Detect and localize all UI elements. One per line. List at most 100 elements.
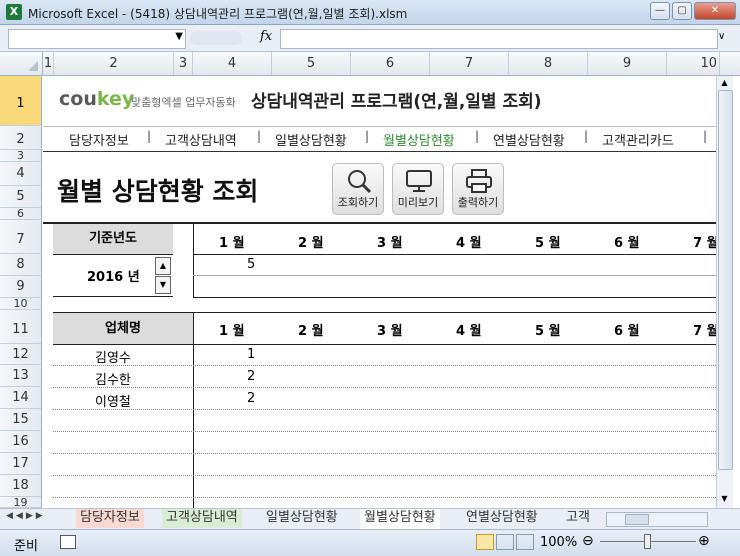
fx-icon[interactable]: fx — [260, 29, 272, 44]
column-header[interactable]: 7 — [430, 52, 509, 75]
table-row[interactable] — [53, 432, 716, 454]
row-header[interactable]: 5 — [0, 186, 42, 208]
row-header[interactable]: 17 — [0, 453, 42, 475]
jan-count[interactable]: 2 — [247, 369, 255, 384]
row-header[interactable]: 11 — [0, 310, 42, 344]
row-header[interactable]: 16 — [0, 431, 42, 453]
preview-button[interactable]: 미리보기 — [392, 163, 444, 215]
formula-input[interactable] — [280, 29, 718, 49]
monthly-total-jan[interactable]: 5 — [247, 257, 255, 272]
horizontal-scrollbar[interactable] — [606, 512, 708, 527]
table-row[interactable]: 김수한 2 — [53, 366, 716, 388]
column-header[interactable]: 5 — [272, 52, 351, 75]
scroll-down-icon[interactable]: ▼ — [719, 494, 730, 504]
row-header[interactable]: 15 — [0, 409, 42, 431]
brand-subtitle: 맞춤형엑셀 업무자동화 — [131, 96, 236, 109]
close-icon[interactable]: ✕ — [694, 2, 736, 20]
zoom-slider-handle[interactable] — [644, 534, 651, 549]
table-row[interactable]: 이영철 2 — [53, 388, 716, 410]
row-header[interactable]: 8 — [0, 254, 42, 276]
horizontal-scroll-thumb[interactable] — [625, 514, 649, 525]
search-icon — [348, 170, 372, 194]
column-header[interactable]: 6 — [351, 52, 430, 75]
sheet-tab[interactable]: 담당자정보 — [76, 509, 144, 528]
sheet-tab[interactable]: 고객상담내역 — [162, 509, 242, 528]
normal-view-icon[interactable] — [476, 534, 494, 550]
row-header[interactable]: 9 — [0, 276, 42, 298]
sheet-tab[interactable]: 고객 — [562, 509, 594, 528]
company-name[interactable]: 이영철 — [95, 391, 131, 410]
expand-formula-icon[interactable]: ∨ — [718, 31, 725, 42]
sheet-tab[interactable]: 연별상담현황 — [462, 509, 542, 528]
worksheet-area[interactable]: coukey 맞춤형엑셀 업무자동화 상담내역관리 프로그램(연,월,일별 조회… — [43, 76, 716, 508]
jan-count[interactable]: 2 — [247, 391, 255, 406]
row-header[interactable]: 7 — [0, 220, 42, 254]
year-up-spinner[interactable]: ▲ — [155, 257, 171, 275]
company-name[interactable]: 김영수 — [95, 347, 131, 366]
row-header[interactable]: 2 — [0, 126, 42, 150]
sheet-tab[interactable]: 일별상담현황 — [262, 509, 342, 528]
row-header[interactable]: 1 — [0, 76, 42, 126]
year-month-header: 4 월 — [456, 236, 482, 251]
company-name[interactable]: 김수한 — [95, 369, 131, 388]
base-year-value[interactable]: 2016 년 — [87, 266, 140, 285]
excel-app-icon[interactable]: X — [6, 4, 22, 20]
page-layout-view-icon[interactable] — [496, 534, 514, 550]
nav-item-monthly-status[interactable]: 월별상담현황 — [383, 130, 455, 149]
table-row[interactable] — [53, 410, 716, 432]
row-header[interactable]: 18 — [0, 475, 42, 497]
nav-item-customer-consult[interactable]: 고객상담내역 — [165, 130, 237, 149]
sheet-tab-active[interactable]: 월별상담현황 — [360, 509, 440, 530]
app-title: 상담내역관리 프로그램(연,월,일별 조회) — [251, 92, 542, 112]
row-header[interactable]: 13 — [0, 365, 42, 387]
detail-month-header: 5 월 — [535, 324, 561, 339]
table-row[interactable] — [53, 454, 716, 476]
print-button[interactable]: 출력하기 — [452, 163, 504, 215]
row-header[interactable]: 6 — [0, 208, 42, 220]
minimize-icon[interactable]: — — [650, 2, 670, 20]
zoom-level[interactable]: 100% — [540, 535, 577, 550]
row-header[interactable]: 4 — [0, 162, 42, 186]
row-header[interactable]: 10 — [0, 298, 42, 310]
nav-item-customer-card[interactable]: 고객관리카드 — [602, 130, 674, 149]
window-title: Microsoft Excel - (5418) 상담내역관리 프로그램(연,월… — [28, 7, 408, 21]
table-row[interactable] — [53, 476, 716, 498]
formula-toolbar-pill — [190, 31, 242, 45]
page-title: 월별 상담현황 조회 — [57, 177, 259, 206]
name-box[interactable]: ▼ — [8, 29, 186, 49]
zoom-out-icon[interactable]: ⊖ — [582, 533, 594, 549]
row-header[interactable]: 19 — [0, 497, 42, 508]
column-header[interactable]: 10 — [667, 52, 720, 75]
column-header[interactable]: 9 — [588, 52, 667, 75]
column-header-bar: 1 2 3 4 5 6 7 8 9 10 — [0, 52, 740, 76]
detail-month-header: 2 월 — [298, 324, 324, 339]
row-header[interactable]: 14 — [0, 387, 42, 409]
column-header[interactable]: 4 — [193, 52, 272, 75]
column-header[interactable]: 1 — [43, 52, 54, 75]
macro-record-icon[interactable] — [60, 535, 76, 549]
tab-nav-arrows-icon[interactable]: ◀◀▶▶ — [6, 511, 46, 521]
detail-month-header: 1 월 — [219, 324, 245, 339]
table-row[interactable]: 김영수 1 — [53, 344, 716, 366]
nav-item-daily-status[interactable]: 일별상담현황 — [275, 130, 347, 149]
restore-icon[interactable]: ▢ — [672, 2, 692, 20]
column-header[interactable]: 3 — [174, 52, 193, 75]
year-month-header: 3 월 — [377, 236, 403, 251]
nav-item-yearly-status[interactable]: 연별상담현황 — [493, 130, 565, 149]
nav-item-manager-info[interactable]: 담당자정보 — [69, 130, 129, 149]
row-header[interactable]: 3 — [0, 150, 42, 162]
zoom-in-icon[interactable]: ⊕ — [698, 533, 710, 549]
chevron-down-icon[interactable]: ▼ — [175, 31, 183, 42]
search-button[interactable]: 조회하기 — [332, 163, 384, 215]
column-header[interactable]: 8 — [509, 52, 588, 75]
year-down-spinner[interactable]: ▼ — [155, 276, 171, 294]
page-break-view-icon[interactable] — [516, 534, 534, 550]
row-header[interactable]: 12 — [0, 344, 42, 365]
vertical-scrollbar[interactable]: ▲ ▼ — [716, 76, 733, 508]
select-all-corner[interactable] — [0, 52, 43, 75]
jan-count[interactable]: 1 — [247, 347, 255, 362]
vertical-scroll-thumb[interactable] — [718, 90, 733, 470]
printer-icon — [466, 169, 492, 193]
column-header[interactable]: 2 — [54, 52, 174, 75]
scroll-up-icon[interactable]: ▲ — [719, 78, 730, 88]
